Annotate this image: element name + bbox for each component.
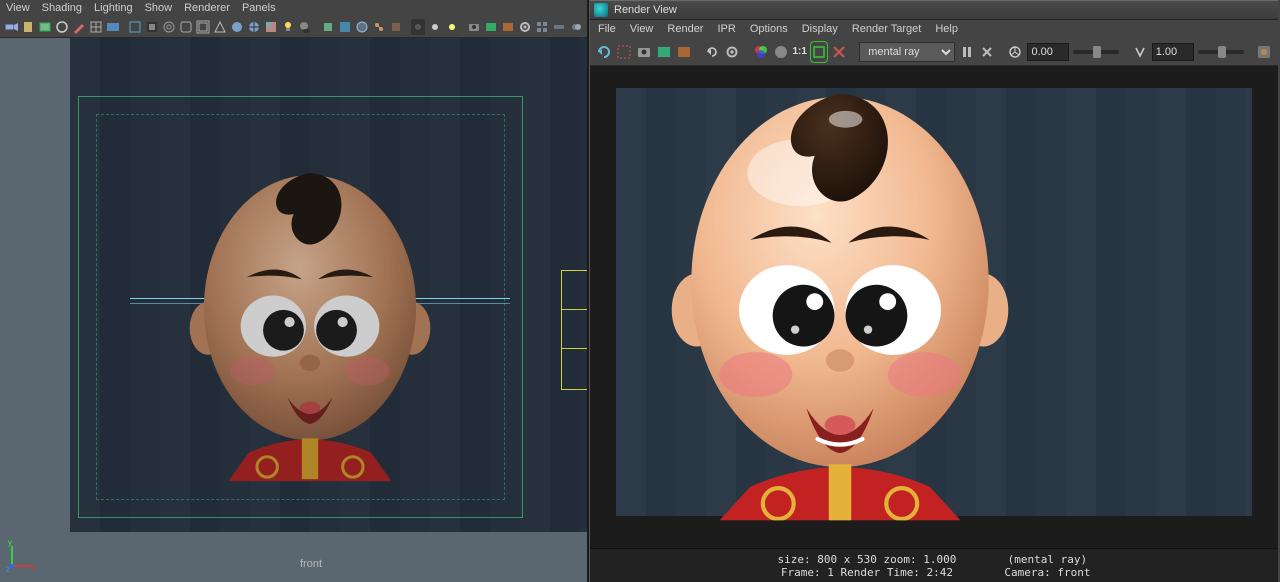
image-plane-icon[interactable] — [38, 19, 52, 35]
rv-menu-view[interactable]: View — [630, 23, 654, 35]
render-current-icon[interactable] — [656, 42, 672, 62]
render-settings-icon[interactable] — [724, 42, 740, 62]
depth-icon[interactable] — [552, 19, 566, 35]
viewport-menu-view[interactable]: View — [6, 2, 30, 14]
refresh-icon[interactable] — [704, 42, 720, 62]
render-view-toolbar: 1:1 mental ray — [590, 38, 1278, 66]
pause-ipr-icon[interactable] — [959, 42, 975, 62]
rendered-character — [668, 72, 1011, 521]
status-size: size: 800 x 530 zoom: 1.000 — [778, 553, 957, 566]
rv-menu-options[interactable]: Options — [750, 23, 788, 35]
wireframe-icon[interactable] — [213, 19, 227, 35]
safe-action-icon[interactable] — [179, 19, 193, 35]
shadows-icon[interactable] — [298, 19, 312, 35]
xray-comp-icon[interactable] — [389, 19, 403, 35]
svg-text:z: z — [6, 565, 10, 572]
wireframe-shaded-icon[interactable] — [247, 19, 261, 35]
viewport-view[interactable]: y x z front — [0, 38, 587, 582]
gate-mask-icon[interactable] — [145, 19, 159, 35]
highq-render-icon[interactable] — [338, 19, 352, 35]
rv-menu-render-target[interactable]: Render Target — [852, 23, 922, 35]
gamma-icon — [1132, 42, 1148, 62]
alpha-channel-icon[interactable] — [773, 42, 789, 62]
render-view-titlebar[interactable]: Render View — [590, 0, 1278, 20]
close-ipr-icon[interactable] — [979, 42, 995, 62]
bookmark-icon[interactable] — [21, 19, 35, 35]
render-view-window: Render View File View Render IPR Options… — [589, 0, 1278, 582]
keep-image-icon[interactable] — [811, 42, 827, 62]
viewport-camera-label: front — [300, 558, 322, 570]
redo-render-icon[interactable] — [596, 42, 612, 62]
viewport-menu-shading[interactable]: Shading — [42, 2, 82, 14]
render-settings-icon[interactable] — [518, 19, 532, 35]
rv-menu-file[interactable]: File — [598, 23, 616, 35]
grid-icon[interactable] — [89, 19, 103, 35]
render-icon[interactable] — [484, 19, 498, 35]
render-view-canvas[interactable] — [590, 66, 1278, 548]
render-view-status-bar: size: 800 x 530 zoom: 1.000 Frame: 1 Ren… — [590, 548, 1278, 582]
rv-menu-ipr[interactable]: IPR — [717, 23, 735, 35]
render-region-icon[interactable] — [616, 42, 632, 62]
maya-app-icon — [594, 3, 608, 17]
snapshot-icon[interactable] — [467, 19, 481, 35]
gamma-input[interactable] — [1152, 43, 1194, 61]
axis-gizmo: y x z — [6, 538, 40, 572]
rv-menu-display[interactable]: Display — [802, 23, 838, 35]
grease-pencil-icon[interactable] — [72, 19, 86, 35]
exposure-icon — [1007, 42, 1023, 62]
status-engine: (mental ray) — [1004, 553, 1090, 566]
rv-menu-help[interactable]: Help — [935, 23, 958, 35]
remove-image-icon[interactable] — [831, 42, 847, 62]
gamma-slider[interactable] — [1198, 50, 1244, 54]
mblur-icon[interactable] — [569, 19, 583, 35]
film-gate-icon[interactable] — [106, 19, 120, 35]
renderer-select[interactable]: mental ray — [859, 42, 955, 62]
selection-handle-group[interactable] — [561, 270, 587, 390]
status-camera: Camera: front — [1004, 566, 1090, 579]
rv-menu-render[interactable]: Render — [667, 23, 703, 35]
batch-render-icon[interactable] — [535, 19, 549, 35]
viewport-character[interactable] — [188, 155, 433, 481]
viewport-menu-bar: View Shading Lighting Show Renderer Pane… — [0, 0, 587, 16]
exposure-slider[interactable] — [1073, 50, 1119, 54]
viewport-menu-renderer[interactable]: Renderer — [184, 2, 230, 14]
gamma-field[interactable] — [1152, 43, 1194, 61]
2d-pan-icon[interactable] — [55, 19, 69, 35]
expose-bright-icon[interactable] — [445, 19, 459, 35]
svg-text:x: x — [32, 563, 36, 572]
xray-joints-icon[interactable] — [372, 19, 386, 35]
exposure-input[interactable] — [1027, 43, 1069, 61]
one-to-one-icon[interactable]: 1:1 — [793, 42, 807, 62]
textured-icon[interactable] — [264, 19, 278, 35]
svg-text:y: y — [8, 538, 12, 547]
ipr-icon[interactable] — [501, 19, 515, 35]
isolate-icon[interactable] — [321, 19, 335, 35]
camera-select-icon[interactable] — [4, 19, 18, 35]
status-frame: Frame: 1 Render Time: 2:42 — [778, 566, 957, 579]
viewport-panel: View Shading Lighting Show Renderer Pane… — [0, 0, 589, 582]
resolution-gate-icon[interactable] — [128, 19, 142, 35]
expose-full-icon[interactable] — [428, 19, 442, 35]
render-view-viewport: size: 800 x 530 zoom: 1.000 Frame: 1 Ren… — [590, 66, 1278, 582]
safe-title-icon[interactable] — [196, 19, 210, 35]
expose-dim-icon[interactable] — [411, 19, 425, 35]
smooth-shade-icon[interactable] — [230, 19, 244, 35]
snapshot-icon[interactable] — [636, 42, 652, 62]
viewport-menu-show[interactable]: Show — [145, 2, 173, 14]
color-management-icon[interactable] — [1256, 42, 1272, 62]
render-view-title: Render View — [614, 4, 677, 16]
lights-icon[interactable] — [281, 19, 295, 35]
viewport-menu-lighting[interactable]: Lighting — [94, 2, 133, 14]
field-chart-icon[interactable] — [162, 19, 176, 35]
render-view-menu-bar: File View Render IPR Options Display Ren… — [590, 20, 1278, 38]
ipr-start-icon[interactable] — [676, 42, 692, 62]
xray-icon[interactable] — [355, 19, 369, 35]
viewport-toolbar — [0, 16, 587, 38]
rgb-channel-icon[interactable] — [753, 42, 769, 62]
exposure-field[interactable] — [1027, 43, 1069, 61]
viewport-menu-panels[interactable]: Panels — [242, 2, 276, 14]
